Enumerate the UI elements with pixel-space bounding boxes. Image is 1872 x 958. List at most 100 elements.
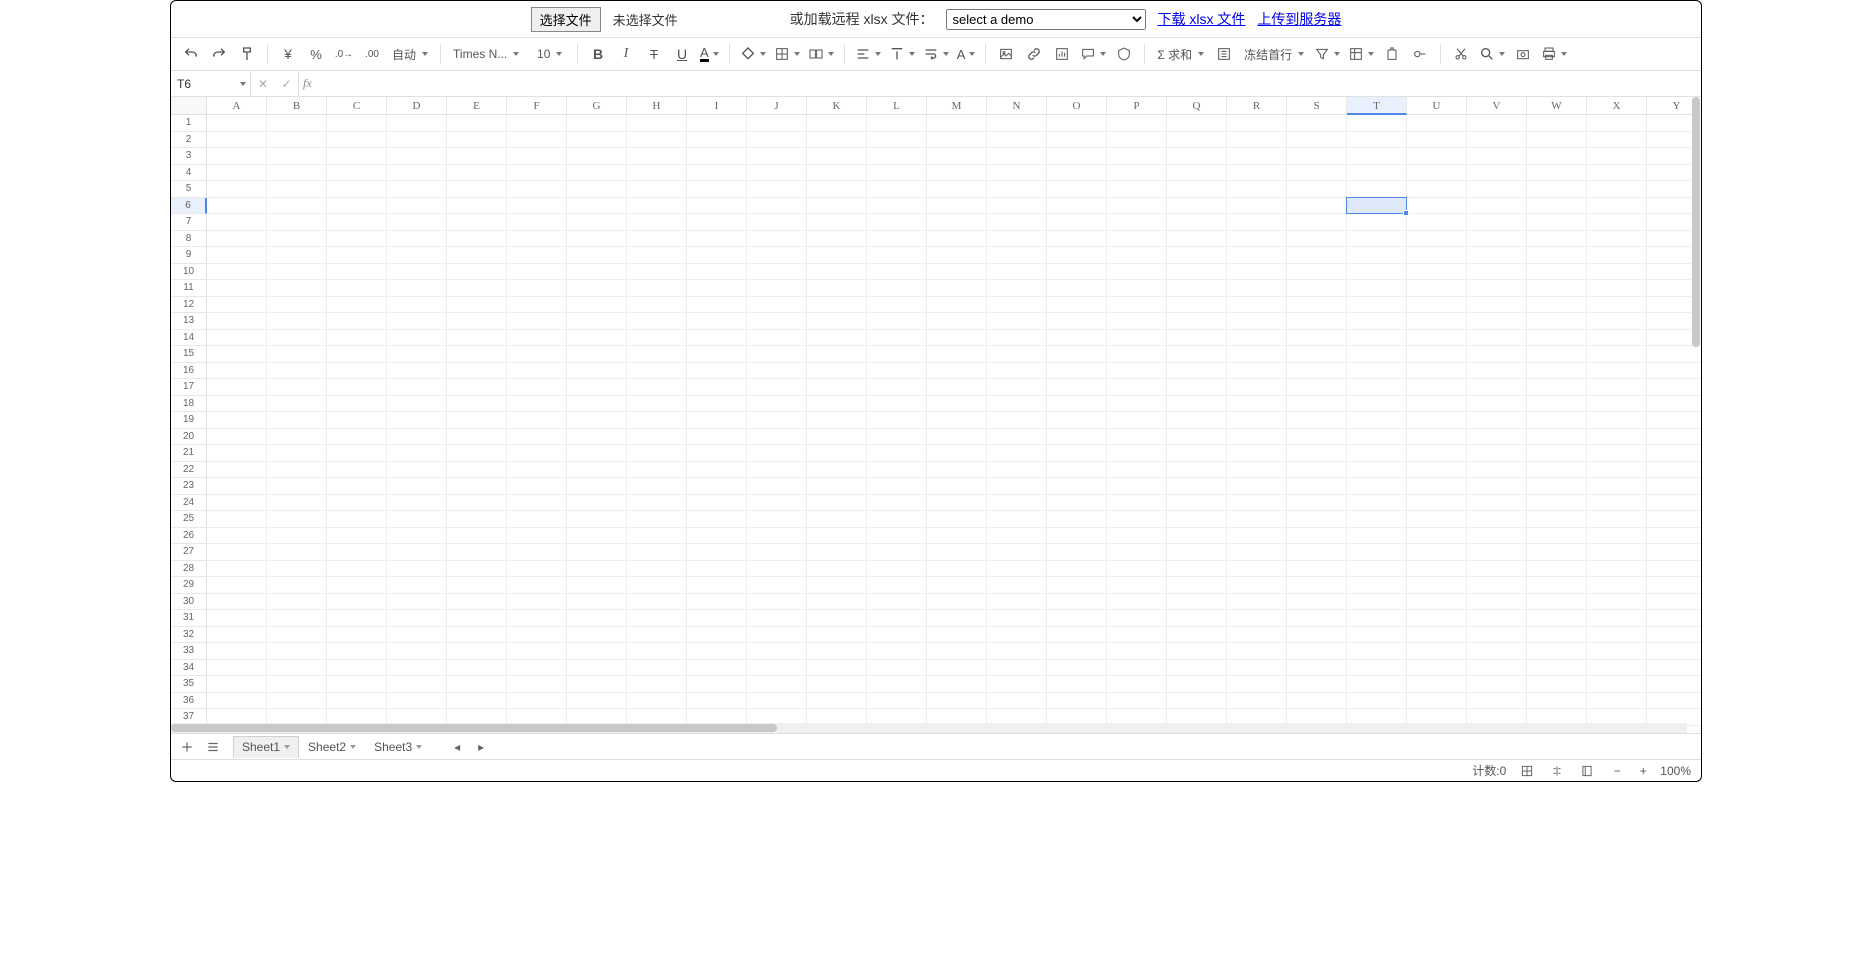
column-header-I[interactable]: I [687, 97, 747, 115]
row-header-14[interactable]: 14 [171, 330, 207, 347]
view-normal-button[interactable] [1518, 762, 1536, 780]
row-header-27[interactable]: 27 [171, 544, 207, 561]
text-rotation-button[interactable]: A [955, 42, 978, 66]
row-header-19[interactable]: 19 [171, 412, 207, 429]
column-header-C[interactable]: C [327, 97, 387, 115]
column-header-O[interactable]: O [1047, 97, 1107, 115]
download-xlsx-link[interactable]: 下载 xlsx 文件 [1158, 9, 1246, 29]
vertical-align-button[interactable] [887, 42, 917, 66]
horizontal-align-button[interactable] [853, 42, 883, 66]
row-header-8[interactable]: 8 [171, 231, 207, 248]
column-header-J[interactable]: J [747, 97, 807, 115]
row-header-18[interactable]: 18 [171, 396, 207, 413]
table-button[interactable] [1346, 42, 1376, 66]
row-header-30[interactable]: 30 [171, 594, 207, 611]
font-family-select[interactable]: Times N... [449, 42, 529, 66]
row-header-29[interactable]: 29 [171, 577, 207, 594]
text-wrap-button[interactable] [921, 42, 951, 66]
row-header-3[interactable]: 3 [171, 148, 207, 165]
row-header-6[interactable]: 6 [171, 198, 207, 215]
column-header-P[interactable]: P [1107, 97, 1167, 115]
column-header-L[interactable]: L [867, 97, 927, 115]
column-header-Q[interactable]: Q [1167, 97, 1227, 115]
column-header-F[interactable]: F [507, 97, 567, 115]
vertical-scrollbar[interactable] [1691, 97, 1701, 723]
undo-button[interactable] [179, 42, 203, 66]
decrease-decimal-button[interactable]: .0→ [332, 42, 356, 66]
row-header-13[interactable]: 13 [171, 313, 207, 330]
cut-button[interactable] [1449, 42, 1473, 66]
column-header-M[interactable]: M [927, 97, 987, 115]
row-header-5[interactable]: 5 [171, 181, 207, 198]
all-sheets-button[interactable] [203, 737, 223, 757]
column-header-U[interactable]: U [1407, 97, 1467, 115]
underline-button[interactable]: U [670, 42, 694, 66]
row-header-26[interactable]: 26 [171, 528, 207, 545]
column-header-T[interactable]: T [1347, 97, 1407, 115]
bold-button[interactable]: B [586, 42, 610, 66]
horizontal-scroll-thumb[interactable] [171, 724, 777, 732]
row-header-17[interactable]: 17 [171, 379, 207, 396]
row-header-20[interactable]: 20 [171, 429, 207, 446]
column-header-X[interactable]: X [1587, 97, 1647, 115]
row-header-34[interactable]: 34 [171, 660, 207, 677]
find-button[interactable] [1477, 42, 1507, 66]
screenshot-button[interactable] [1511, 42, 1535, 66]
clear-button[interactable] [1380, 42, 1404, 66]
row-header-32[interactable]: 32 [171, 627, 207, 644]
column-headers[interactable]: ABCDEFGHIJKLMNOPQRSTUVWXY [207, 97, 1701, 115]
column-header-V[interactable]: V [1467, 97, 1527, 115]
print-button[interactable] [1539, 42, 1569, 66]
increase-decimal-button[interactable]: .00 [360, 42, 384, 66]
font-color-button[interactable]: A [698, 42, 721, 66]
filter-button[interactable] [1312, 42, 1342, 66]
column-header-R[interactable]: R [1227, 97, 1287, 115]
row-header-7[interactable]: 7 [171, 214, 207, 231]
merge-cells-button[interactable] [806, 42, 836, 66]
currency-button[interactable]: ¥ [276, 42, 300, 66]
italic-button[interactable]: I [614, 42, 638, 66]
row-header-24[interactable]: 24 [171, 495, 207, 512]
add-sheet-button[interactable] [177, 737, 197, 757]
column-header-G[interactable]: G [567, 97, 627, 115]
zoom-in-button[interactable]: + [1634, 762, 1652, 780]
row-header-36[interactable]: 36 [171, 693, 207, 710]
prev-sheet-button[interactable]: ◂ [447, 737, 467, 757]
comment-button[interactable] [1078, 42, 1108, 66]
row-headers[interactable]: 1234567891011121314151617181920212223242… [171, 115, 207, 733]
zoom-out-button[interactable]: − [1608, 762, 1626, 780]
function-button[interactable] [1212, 42, 1236, 66]
number-format-select[interactable]: 自动 [388, 42, 432, 66]
insert-chart-button[interactable] [1050, 42, 1074, 66]
upload-server-link[interactable]: 上传到服务器 [1257, 9, 1341, 29]
vertical-scroll-thumb[interactable] [1692, 97, 1700, 347]
column-header-D[interactable]: D [387, 97, 447, 115]
horizontal-scrollbar[interactable] [171, 723, 1687, 733]
column-header-N[interactable]: N [987, 97, 1047, 115]
row-header-23[interactable]: 23 [171, 478, 207, 495]
autosum-button[interactable]: Σ 求和 [1153, 42, 1208, 66]
cancel-formula-button[interactable]: ✕ [251, 71, 275, 96]
row-header-28[interactable]: 28 [171, 561, 207, 578]
format-painter-button[interactable] [235, 42, 259, 66]
demo-select[interactable]: select a demo [946, 9, 1146, 30]
next-sheet-button[interactable]: ▸ [471, 737, 491, 757]
font-size-select[interactable]: 10 [533, 42, 569, 66]
freeze-panes-button[interactable]: 冻结首行 [1240, 42, 1308, 66]
select-all-corner[interactable] [171, 97, 207, 115]
row-header-11[interactable]: 11 [171, 280, 207, 297]
column-header-K[interactable]: K [807, 97, 867, 115]
column-header-E[interactable]: E [447, 97, 507, 115]
choose-file-button[interactable]: 选择文件 [531, 7, 601, 32]
insert-link-button[interactable] [1022, 42, 1046, 66]
strikethrough-button[interactable]: T [642, 42, 666, 66]
row-header-33[interactable]: 33 [171, 643, 207, 660]
cells-area[interactable] [207, 115, 1701, 733]
row-header-9[interactable]: 9 [171, 247, 207, 264]
row-header-31[interactable]: 31 [171, 610, 207, 627]
spreadsheet-grid[interactable]: ABCDEFGHIJKLMNOPQRSTUVWXY 12345678910111… [171, 97, 1701, 733]
column-header-B[interactable]: B [267, 97, 327, 115]
insert-image-button[interactable] [994, 42, 1018, 66]
column-header-W[interactable]: W [1527, 97, 1587, 115]
row-header-12[interactable]: 12 [171, 297, 207, 314]
